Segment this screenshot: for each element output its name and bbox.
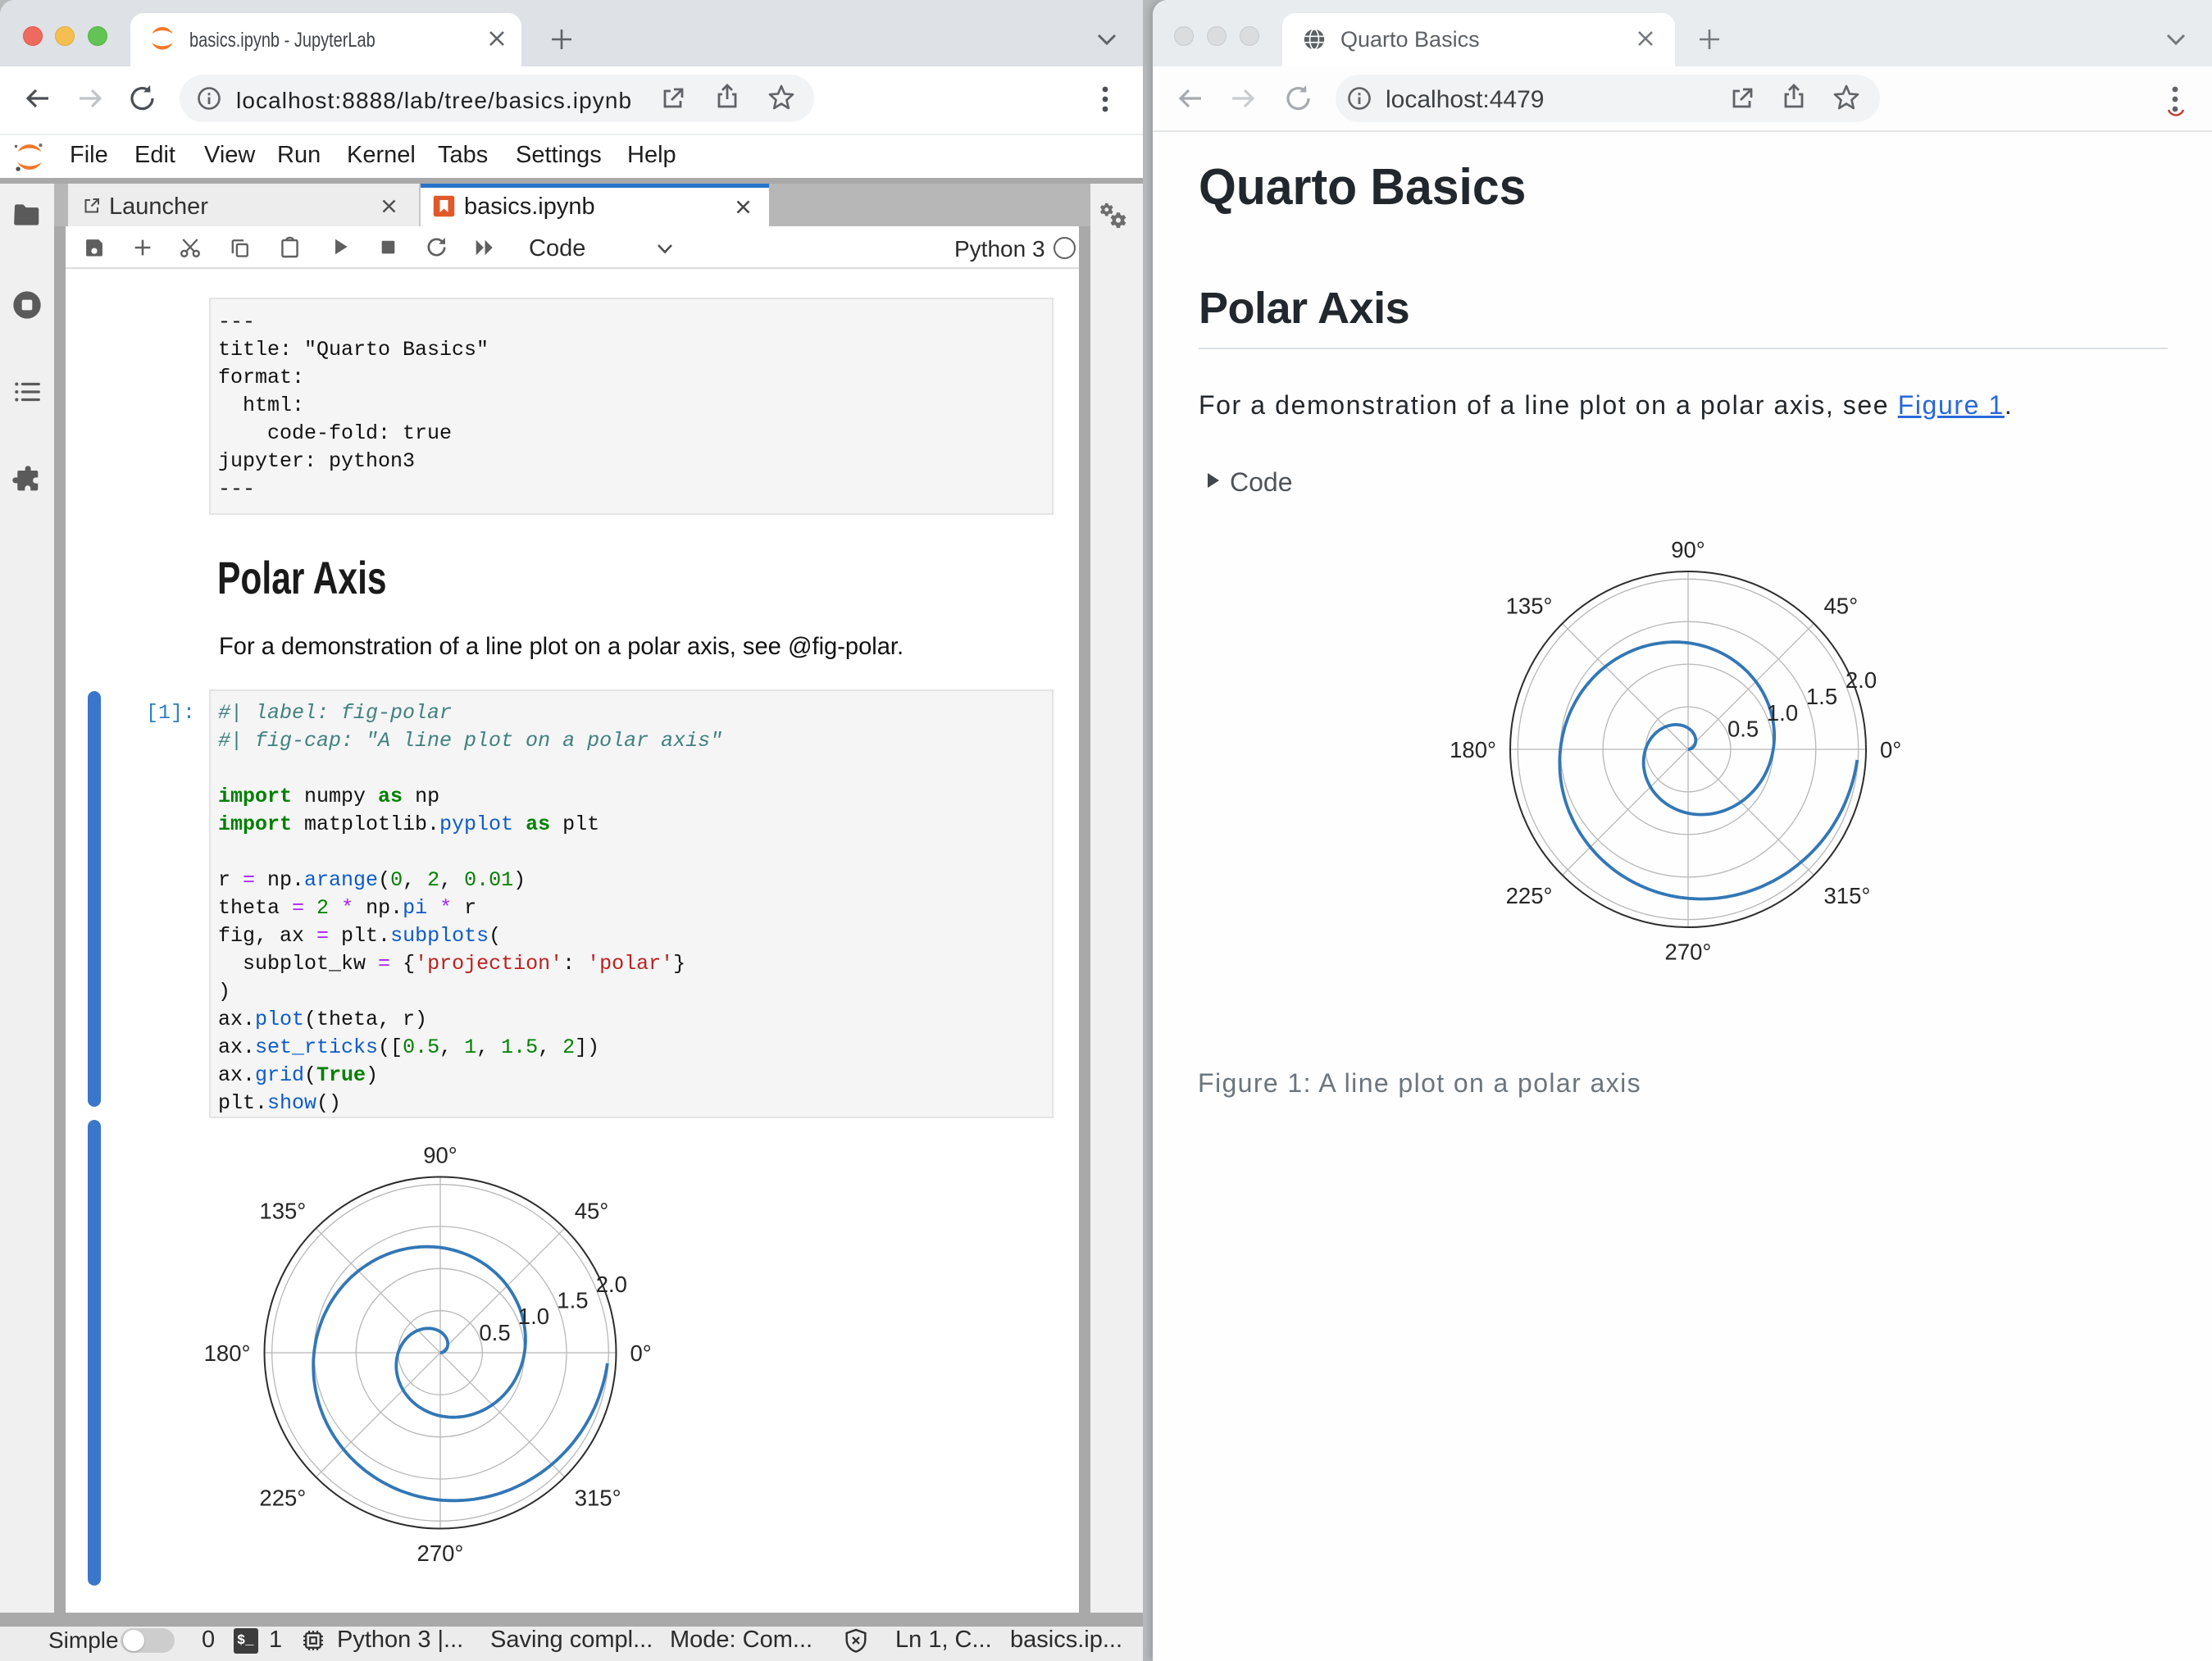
- svg-text:315°: 315°: [575, 1485, 621, 1510]
- svg-text:180°: 180°: [204, 1340, 251, 1366]
- svg-text:90°: 90°: [1671, 537, 1705, 562]
- svg-text:135°: 135°: [1506, 594, 1553, 619]
- svg-text:270°: 270°: [1665, 940, 1712, 965]
- svg-text:0°: 0°: [1880, 737, 1901, 762]
- svg-text:1.5: 1.5: [557, 1288, 588, 1313]
- svg-text:270°: 270°: [417, 1540, 464, 1566]
- svg-text:225°: 225°: [1506, 883, 1553, 908]
- svg-text:225°: 225°: [259, 1485, 306, 1510]
- svg-text:2.0: 2.0: [596, 1272, 627, 1297]
- svg-text:1.5: 1.5: [1806, 684, 1837, 709]
- svg-text:180°: 180°: [1450, 737, 1496, 762]
- svg-text:2.0: 2.0: [1846, 667, 1877, 693]
- svg-text:90°: 90°: [423, 1143, 457, 1168]
- svg-text:1.0: 1.0: [1767, 700, 1798, 726]
- svg-text:135°: 135°: [259, 1198, 306, 1223]
- svg-text:0.5: 0.5: [479, 1320, 510, 1345]
- svg-text:1.0: 1.0: [518, 1304, 549, 1329]
- svg-text:45°: 45°: [1824, 594, 1859, 619]
- svg-text:0.5: 0.5: [1727, 717, 1759, 742]
- svg-text:45°: 45°: [575, 1198, 609, 1223]
- svg-text:315°: 315°: [1824, 883, 1871, 908]
- svg-text:0°: 0°: [630, 1340, 652, 1366]
